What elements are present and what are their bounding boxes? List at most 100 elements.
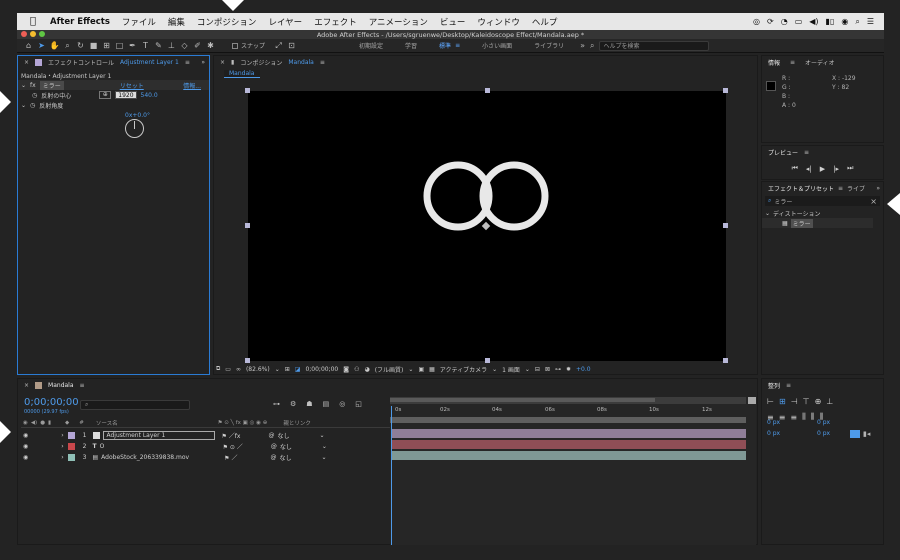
layer-duration-bar[interactable]	[392, 440, 746, 449]
search-help-icon[interactable]: ⌕	[590, 41, 594, 51]
comp-flowchart-icon[interactable]: ⊶	[273, 400, 280, 408]
panel-menu-icon[interactable]: ≡	[185, 59, 190, 66]
expand-chevron-icon[interactable]: ⌄	[21, 82, 26, 89]
views-dropdown[interactable]: 1 画面	[502, 365, 520, 374]
battery-icon[interactable]: ▮▯	[826, 17, 835, 26]
panel-menu-icon[interactable]: ≡	[790, 59, 795, 66]
stopwatch-icon[interactable]: ◷	[30, 102, 35, 109]
close-tab-icon[interactable]: ×	[24, 59, 29, 66]
exposure-icon[interactable]: ✹	[566, 366, 571, 373]
workspace-small-screen[interactable]: 小さい画面	[482, 41, 512, 50]
crosshair-icon[interactable]: ⊕	[99, 91, 112, 99]
align-right-icon[interactable]: ⊣	[791, 397, 798, 406]
bounding-handle[interactable]	[723, 358, 728, 363]
preview-tab[interactable]: プレビュー	[768, 148, 798, 157]
transparency-grid-icon[interactable]: ▦	[429, 366, 435, 373]
chevron-down-icon[interactable]: ⌄	[275, 366, 280, 373]
close-tab-icon[interactable]: ×	[220, 59, 225, 66]
distribute-bottom-icon[interactable]: ≡	[790, 413, 797, 422]
resolution-dropdown[interactable]: (フル画質)	[375, 365, 404, 374]
apple-icon[interactable]: 	[30, 16, 36, 27]
parent-link-header[interactable]: 親とリンク	[283, 419, 311, 427]
play-icon[interactable]: ▶	[820, 165, 825, 173]
expand-chevron-icon[interactable]: ⌄	[765, 210, 770, 217]
show-snapshot-icon[interactable]: ⚇	[354, 366, 359, 373]
camera-tool-icon[interactable]: ■	[88, 41, 99, 51]
layer-row[interactable]: ◉ › 1 Adjustment Layer 1 ⚑ ／fx @ なし ⌄	[21, 430, 391, 440]
about-link[interactable]: 情報...	[183, 81, 201, 90]
menu-animation[interactable]: アニメーション	[369, 16, 428, 28]
bounding-handle[interactable]	[485, 88, 490, 93]
layer-row[interactable]: ◉ › 3 ▤ AdobeStock_206339838.mov ⚑ ／ @ な…	[21, 452, 391, 462]
bounding-handle[interactable]	[485, 358, 490, 363]
menu-help[interactable]: ヘルプ	[532, 16, 558, 28]
shy-layers-icon[interactable]: ☗	[306, 400, 312, 408]
spacing-field[interactable]: 0 px	[767, 428, 780, 439]
parent-dropdown[interactable]: なし	[280, 442, 292, 451]
brush-tool-icon[interactable]: ✎	[153, 41, 164, 51]
effect-name[interactable]: ミラー	[39, 80, 64, 90]
align-tab[interactable]: 整列	[768, 381, 780, 390]
parent-dropdown[interactable]: なし	[279, 453, 291, 462]
menu-file[interactable]: ファイル	[122, 16, 156, 28]
chevron-down-icon[interactable]: ⌄	[322, 443, 327, 450]
solo-icon[interactable]: ●	[40, 420, 45, 426]
puppet-tool-icon[interactable]: ✱	[205, 41, 216, 51]
bounding-handle[interactable]	[723, 223, 728, 228]
pan-behind-tool-icon[interactable]: ⊞	[101, 41, 112, 51]
chevron-down-icon[interactable]: ⌄	[408, 366, 413, 373]
type-tool-icon[interactable]: T	[140, 41, 151, 51]
chevron-down-icon[interactable]: ⌄	[525, 366, 530, 373]
comp-marker-icon[interactable]	[748, 397, 756, 404]
mirror-effect-item[interactable]: ▦ ミラー	[762, 218, 873, 228]
clear-search-icon[interactable]: ×	[870, 197, 877, 206]
panel-menu-icon[interactable]: ≡	[804, 149, 809, 156]
region-of-interest-icon[interactable]: ◪	[295, 366, 301, 373]
stopwatch-icon[interactable]: ◷	[32, 92, 37, 99]
info-tab[interactable]: 情報	[768, 58, 780, 67]
layer-label-swatch[interactable]	[67, 442, 75, 450]
eye-icon[interactable]: ◉	[23, 432, 28, 439]
home-icon[interactable]: ⌂	[23, 41, 34, 51]
timeline-timecode[interactable]: 0;00;00;00	[24, 397, 79, 408]
chevron-down-icon[interactable]: ⌄	[321, 454, 326, 461]
menu-edit[interactable]: 編集	[168, 16, 185, 28]
bounding-handle[interactable]	[723, 88, 728, 93]
comp-breadcrumb[interactable]: Mandala	[224, 69, 260, 78]
chevron-down-icon[interactable]: ⌄	[492, 366, 497, 373]
reflection-center-y-value[interactable]: 540.0	[141, 92, 158, 99]
audio-tab[interactable]: オーディオ	[805, 58, 835, 67]
3d-draft-icon[interactable]: ⊠	[545, 366, 550, 373]
panel-menu-icon[interactable]: ≡	[786, 382, 791, 389]
panel-overflow-icon[interactable]: »	[876, 185, 880, 192]
flowchart-icon[interactable]: ⊶	[555, 366, 561, 373]
toggle-pixel-aspect-icon[interactable]: ⊟	[535, 366, 540, 373]
motion-blur-icon[interactable]: ◎	[339, 400, 345, 408]
expand-chevron-icon[interactable]: ›	[61, 432, 63, 439]
roto-brush-tool-icon[interactable]: ✐	[192, 41, 203, 51]
parent-pickwhip-icon[interactable]: @	[271, 443, 277, 450]
chevron-down-icon[interactable]: ⌄	[319, 432, 324, 439]
angle-dial[interactable]	[125, 119, 144, 138]
workspace-default[interactable]: 初期設定	[359, 41, 383, 50]
effect-controls-tab[interactable]: × エフェクトコントロール Adjustment Layer 1 ≡ »	[18, 56, 209, 68]
draft-3d-icon[interactable]: ⚙	[290, 400, 296, 408]
panel-overflow-icon[interactable]: »	[201, 59, 205, 66]
reflection-center-x-field[interactable]: 1920	[115, 91, 137, 99]
layer-duration-bar[interactable]	[392, 451, 746, 460]
lock-icon[interactable]: ▮	[231, 59, 234, 66]
frame-blending-icon[interactable]: ▤	[323, 400, 330, 408]
expand-chevron-icon[interactable]: ›	[61, 443, 63, 450]
close-tab-icon[interactable]: ×	[24, 382, 29, 389]
spotlight-icon[interactable]: ⌕	[855, 17, 859, 27]
graph-editor-icon[interactable]: ◱	[355, 400, 362, 408]
source-name-header[interactable]: ソース名	[96, 419, 118, 427]
menu-app-name[interactable]: After Effects	[50, 17, 110, 27]
snap-checkbox[interactable]	[232, 42, 238, 49]
panel-menu-icon[interactable]: ≡	[320, 59, 325, 66]
menu-composition[interactable]: コンポジション	[197, 16, 257, 28]
eye-icon[interactable]: ◉	[23, 443, 28, 450]
label-icon[interactable]: ◆	[65, 420, 69, 426]
layer-duration-bar[interactable]	[392, 429, 746, 438]
layer-row[interactable]: ◉ › 2 T O ⚑ ⊙ ／ @ なし ⌄	[21, 441, 391, 451]
